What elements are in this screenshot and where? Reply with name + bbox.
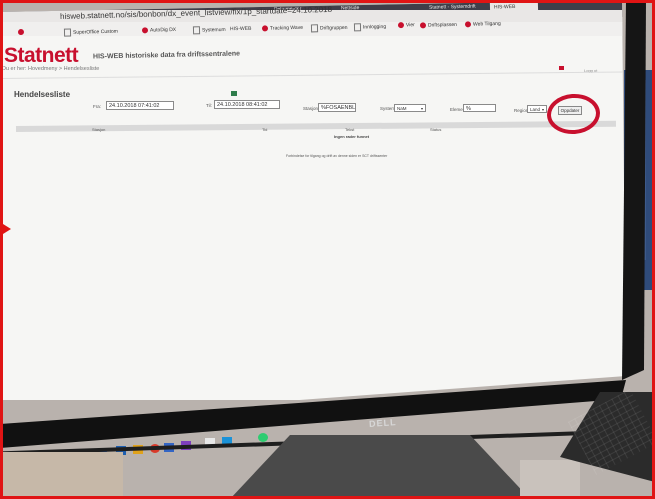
bookmark[interactable]: Vier xyxy=(397,22,415,29)
stasjon-input[interactable]: %FOSAENBL% xyxy=(318,103,356,112)
monitor-screen: Dokumenter Nettside Statnett - Systemdri… xyxy=(0,0,626,400)
bookmark[interactable]: Driftsplassen xyxy=(419,22,457,29)
fra-input[interactable]: 24.10.2018 07:41:02 xyxy=(106,101,174,110)
bookmark[interactable]: Web Tilgang xyxy=(464,21,501,28)
header-divider xyxy=(0,71,626,79)
column-header[interactable]: Tekst xyxy=(345,127,354,132)
bookmark[interactable]: AutoDig DX xyxy=(141,27,176,34)
bookmark-icon xyxy=(261,25,269,32)
footnote: Forbindelse for tilgang og drift av denn… xyxy=(286,154,388,158)
desk-surface xyxy=(520,460,580,499)
statnett-logo: Statnett xyxy=(4,44,79,67)
bookmark-icon xyxy=(17,28,25,36)
til-label: Til: xyxy=(206,103,212,108)
bookmark-icon xyxy=(141,27,149,34)
breadcrumb[interactable]: Du er her: Hovedmeny > Hendelsesliste xyxy=(2,66,99,72)
bookmark[interactable]: Tracking Wave xyxy=(261,25,303,32)
bookmark[interactable]: SuperOffice Custom xyxy=(63,27,118,37)
bookmark[interactable]: Innlogging xyxy=(353,23,386,32)
fra-label: Fra: xyxy=(93,104,102,109)
bookmark-icon xyxy=(419,22,427,29)
document-icon xyxy=(63,28,72,37)
desk-surface xyxy=(3,452,123,497)
document-icon xyxy=(192,26,201,35)
stasjon-label: Stasjon: xyxy=(303,106,320,111)
column-header[interactable]: Stasjon xyxy=(92,127,105,132)
element-input[interactable]: % xyxy=(463,104,496,112)
document-icon xyxy=(353,23,362,32)
annotation-circle xyxy=(545,92,602,136)
photo-scene: Dokumenter Nettside Statnett - Systemdri… xyxy=(0,0,655,499)
spotify-icon[interactable] xyxy=(258,433,268,442)
annotation-arrow xyxy=(3,224,11,234)
table-header xyxy=(15,120,617,132)
system-select[interactable]: NaM ▾ xyxy=(394,104,426,112)
bookmark-icon xyxy=(464,21,472,28)
excel-export-icon[interactable] xyxy=(231,91,237,96)
bookmark[interactable] xyxy=(17,28,26,36)
chevron-down-icon: ▾ xyxy=(541,107,544,112)
column-header[interactable]: Tid xyxy=(262,127,267,132)
dell-logo: DELL xyxy=(368,417,397,429)
bookmark-icon xyxy=(397,22,405,29)
bookmark[interactable]: Driftgruppen xyxy=(310,24,348,33)
til-input[interactable]: 24.10.2018 08:41:02 xyxy=(214,100,280,109)
empty-table-message: Ingen rader funnet xyxy=(334,134,370,139)
bookmark[interactable]: Systemum xyxy=(192,26,226,35)
mail-icon[interactable] xyxy=(559,66,564,70)
bookmark[interactable]: HIS-WEB xyxy=(230,26,252,33)
region-select[interactable]: Land ▾ xyxy=(527,105,547,113)
column-header[interactable]: Status xyxy=(430,127,441,132)
site-title: HIS-WEB historiske data fra driftssentra… xyxy=(92,50,241,61)
chevron-down-icon: ▾ xyxy=(420,106,423,111)
document-icon xyxy=(310,24,319,33)
page-title: Hendelsesliste xyxy=(14,90,71,99)
